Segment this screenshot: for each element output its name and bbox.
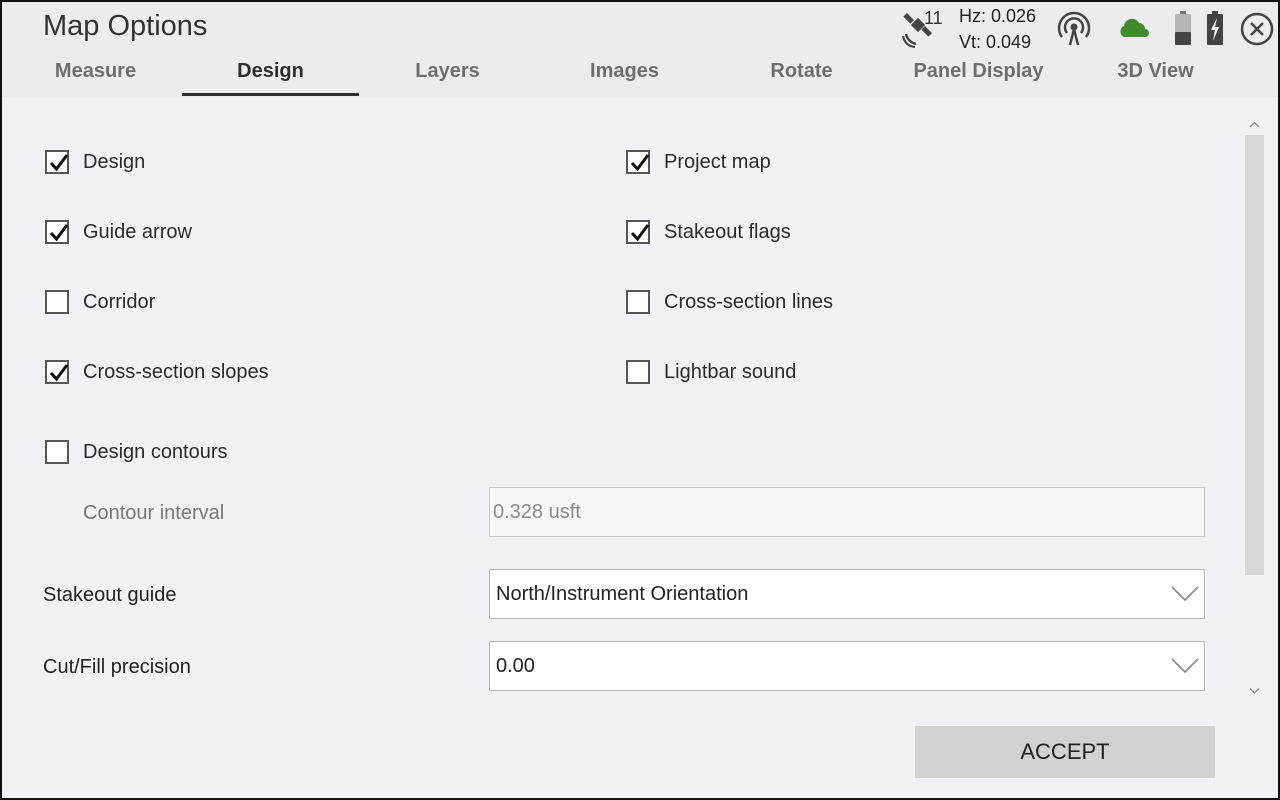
design-checkbox-row[interactable]: Design (45, 149, 145, 175)
stakeout-flags-checkbox[interactable] (626, 220, 650, 244)
tab-design[interactable]: Design (182, 60, 359, 96)
accept-button[interactable]: ACCEPT (915, 726, 1215, 778)
corridor-checkbox-row[interactable]: Corridor (45, 289, 155, 315)
scroll-down-icon[interactable] (1245, 685, 1264, 697)
stakeout-flags-label: Stakeout flags (664, 220, 791, 243)
project-map-label: Project map (664, 150, 771, 173)
cloud-icon[interactable] (1118, 17, 1150, 44)
battery-icon[interactable] (1173, 11, 1193, 52)
design-contours-checkbox[interactable] (45, 440, 69, 464)
cut-fill-precision-select[interactable]: 0.00 (489, 641, 1205, 691)
cross-section-slopes-checkbox[interactable] (45, 360, 69, 384)
project-map-checkbox-row[interactable]: Project map (626, 149, 771, 175)
cut-fill-precision-value: 0.00 (496, 655, 535, 677)
close-icon[interactable] (1240, 12, 1274, 51)
corridor-label: Corridor (83, 290, 156, 313)
lightbar-sound-checkbox[interactable] (626, 360, 650, 384)
lightbar-sound-label: Lightbar sound (664, 360, 797, 383)
tab-images[interactable]: Images (536, 60, 713, 96)
contour-interval-input: 0.328 usft (489, 487, 1205, 537)
design-checkbox[interactable] (45, 150, 69, 174)
stakeout-guide-label: Stakeout guide (43, 584, 177, 606)
chevron-down-icon (1171, 658, 1199, 674)
scrollbar-thumb[interactable] (1245, 135, 1264, 575)
tab-layers[interactable]: Layers (359, 60, 536, 96)
project-map-checkbox[interactable] (626, 150, 650, 174)
scroll-up-icon[interactable] (1245, 119, 1264, 131)
cross-section-slopes-label: Cross-section slopes (83, 360, 269, 383)
header-bar: Map Options Measure Design Layers Images… (2, 2, 1278, 97)
corridor-checkbox[interactable] (45, 290, 69, 314)
map-options-window: Map Options Measure Design Layers Images… (0, 0, 1280, 800)
tab-rotate[interactable]: Rotate (713, 60, 890, 96)
design-label: Design (83, 150, 146, 173)
design-contours-label: Design contours (83, 440, 228, 463)
stakeout-flags-checkbox-row[interactable]: Stakeout flags (626, 219, 791, 245)
stakeout-guide-select[interactable]: North/Instrument Orientation (489, 569, 1205, 619)
page-title: Map Options (43, 10, 208, 42)
cross-section-slopes-checkbox-row[interactable]: Cross-section slopes (45, 359, 269, 385)
battery-charging-icon[interactable] (1205, 11, 1225, 52)
guide-arrow-checkbox-row[interactable]: Guide arrow (45, 219, 192, 245)
hz-precision: Hz: 0.026 (959, 6, 1037, 26)
tab-3d-view[interactable]: 3D View (1067, 60, 1244, 96)
cross-section-lines-checkbox-row[interactable]: Cross-section lines (626, 289, 833, 315)
satellite-count: 11 (924, 8, 943, 28)
design-contours-checkbox-row[interactable]: Design contours (45, 439, 228, 465)
chevron-down-icon (1171, 586, 1199, 602)
lightbar-sound-checkbox-row[interactable]: Lightbar sound (626, 359, 796, 385)
guide-arrow-checkbox[interactable] (45, 220, 69, 244)
cross-section-lines-label: Cross-section lines (664, 290, 833, 313)
tab-panel-display[interactable]: Panel Display (890, 60, 1067, 96)
contour-interval-label: Contour interval (83, 502, 225, 524)
cross-section-lines-checkbox[interactable] (626, 290, 650, 314)
guide-arrow-label: Guide arrow (83, 220, 192, 243)
cut-fill-precision-label: Cut/Fill precision (43, 656, 191, 678)
vt-precision: Vt: 0.049 (959, 32, 1032, 52)
radio-signal-icon[interactable] (1056, 11, 1092, 52)
tab-measure[interactable]: Measure (7, 60, 184, 96)
stakeout-guide-value: North/Instrument Orientation (496, 583, 749, 605)
